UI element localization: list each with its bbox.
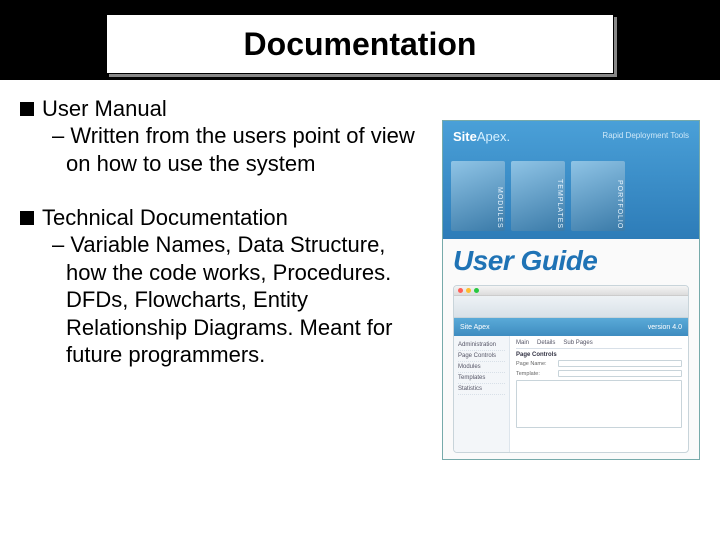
category-bar: TEMPLATES bbox=[511, 161, 565, 231]
field-row: Template: bbox=[516, 370, 682, 377]
window-titlebar bbox=[454, 286, 688, 296]
app-header: Site Apex version 4.0 bbox=[454, 318, 688, 336]
content-area: User Manual Written from the users point… bbox=[20, 96, 700, 520]
bullet-item: Technical Documentation Variable Names, … bbox=[20, 205, 420, 369]
category-bar-label: MODULES bbox=[496, 187, 503, 229]
minimize-icon bbox=[466, 288, 471, 293]
app-version: version 4.0 bbox=[648, 324, 682, 331]
section-heading: Page Controls bbox=[516, 352, 682, 358]
app-sidebar: Administration Page Controls Modules Tem… bbox=[454, 336, 510, 452]
category-bar-label: PORTFOLIO bbox=[616, 180, 623, 229]
sidebar-item: Page Controls bbox=[458, 351, 505, 362]
brand-part-b: Apex. bbox=[477, 129, 510, 144]
brand-part-a: Site bbox=[453, 129, 477, 144]
guide-header: SiteApex. Rapid Deployment Tools MODULES… bbox=[443, 121, 699, 239]
text-column: User Manual Written from the users point… bbox=[20, 96, 420, 397]
bullet-head: User Manual bbox=[20, 96, 420, 122]
slide-title: Documentation bbox=[244, 26, 477, 63]
square-bullet-icon bbox=[20, 102, 34, 116]
bullet-heading: User Manual bbox=[42, 96, 167, 122]
category-bar: PORTFOLIO bbox=[571, 161, 625, 231]
close-icon bbox=[458, 288, 463, 293]
title-box: Documentation bbox=[106, 14, 614, 74]
app-brand: Site Apex bbox=[460, 324, 490, 331]
zoom-icon bbox=[474, 288, 479, 293]
field-label: Template: bbox=[516, 371, 554, 377]
guide-category-bars: MODULES TEMPLATES PORTFOLIO bbox=[451, 161, 625, 231]
guide-screenshot: Site Apex version 4.0 Administration Pag… bbox=[453, 285, 689, 453]
user-guide-image: SiteApex. Rapid Deployment Tools MODULES… bbox=[442, 120, 700, 460]
field-row: Page Name: bbox=[516, 360, 682, 367]
category-bar: MODULES bbox=[451, 161, 505, 231]
category-bar-label: TEMPLATES bbox=[556, 179, 563, 229]
tab: Sub Pages bbox=[563, 340, 592, 346]
guide-tagline: Rapid Deployment Tools bbox=[602, 131, 689, 140]
app-body: Administration Page Controls Modules Tem… bbox=[454, 336, 688, 452]
tab-row: Main Details Sub Pages bbox=[516, 340, 682, 349]
bullet-subtext: Written from the users point of view on … bbox=[52, 122, 420, 177]
tab: Main bbox=[516, 340, 529, 346]
square-bullet-icon bbox=[20, 211, 34, 225]
bullet-subtext: Variable Names, Data Structure, how the … bbox=[52, 231, 420, 369]
guide-title: User Guide bbox=[443, 239, 699, 281]
sidebar-item: Templates bbox=[458, 373, 505, 384]
bullet-heading: Technical Documentation bbox=[42, 205, 288, 231]
content-editor bbox=[516, 380, 682, 428]
app-main: Main Details Sub Pages Page Controls Pag… bbox=[510, 336, 688, 452]
guide-brand: SiteApex. bbox=[453, 129, 510, 144]
title-bar: Documentation bbox=[0, 0, 720, 80]
bullet-item: User Manual Written from the users point… bbox=[20, 96, 420, 177]
sidebar-item: Modules bbox=[458, 362, 505, 373]
select-input bbox=[558, 370, 682, 377]
field-label: Page Name: bbox=[516, 361, 554, 367]
text-input bbox=[558, 360, 682, 367]
tab: Details bbox=[537, 340, 555, 346]
browser-toolbar bbox=[454, 296, 688, 318]
bullet-head: Technical Documentation bbox=[20, 205, 420, 231]
sidebar-item: Administration bbox=[458, 340, 505, 351]
sidebar-item: Statistics bbox=[458, 384, 505, 395]
